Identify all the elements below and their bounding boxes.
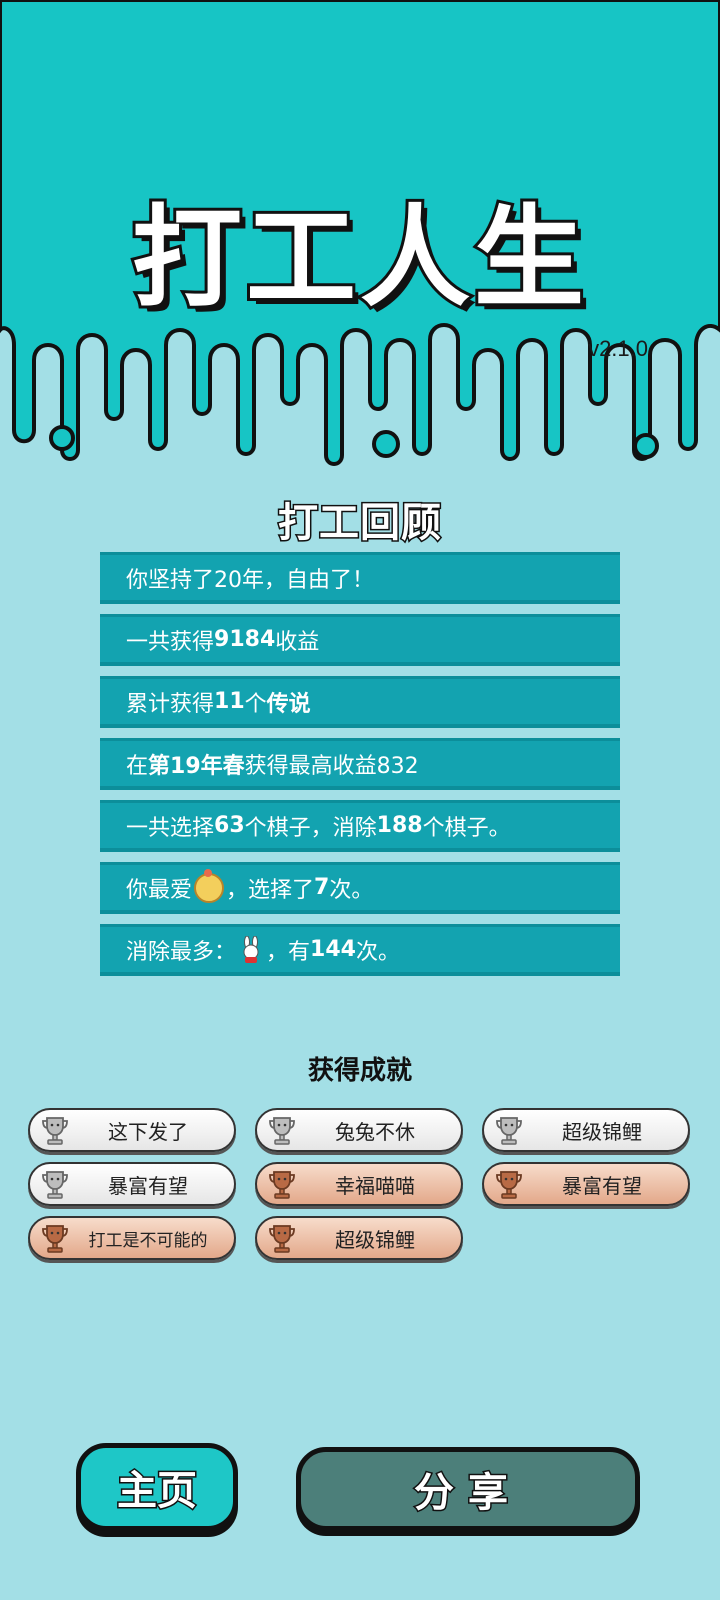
game-title: 打工人生 [129,191,588,325]
review-row: 消除最多： ，有 144 次。 [100,924,620,976]
review-row-text: 一共获得 [126,629,215,655]
review-title: 打工回顾 [277,499,443,548]
review-row-text: ，有 [266,939,311,965]
version-label: v2.1.0 [588,336,648,361]
home-button-label: 主页 [116,1467,199,1516]
trophy-icon [38,1167,72,1201]
review-row-text: 获得最高收益832 [244,753,419,779]
share-button-label: 分享 [413,1469,522,1518]
review-row-text: 你最爱 [126,877,193,903]
trophy-icon [38,1221,72,1255]
review-row: 在 第19年春 获得最高收益832 [100,738,620,790]
achievement-badge[interactable]: 幸福喵喵 [255,1162,463,1206]
achievement-badge[interactable]: 兔兔不休 [255,1108,463,1152]
rabbit-icon [240,935,262,964]
achievement-label: 兔兔不休 [335,1119,415,1144]
achievements-title: 获得成就 [307,1056,412,1086]
trophy-icon [265,1113,299,1147]
trophy-icon [38,1113,72,1147]
review-row-text: 7 [314,875,330,900]
review-row-text: 个棋子。 [422,815,511,841]
review-row-text: 在 [126,753,149,779]
achievement-badge[interactable]: 打工是不可能的 [28,1216,236,1260]
achievement-label: 暴富有望 [108,1173,188,1198]
achievement-badge[interactable]: 这下发了 [28,1108,236,1152]
review-row-text: 11 [214,689,245,714]
home-button[interactable]: 主页 [76,1443,238,1531]
trophy-icon [265,1167,299,1201]
review-row: 你坚持了20年，自由了！ [100,552,620,604]
review-row-text: 144 [310,937,356,962]
review-row-text: 传说 [266,691,311,717]
review-row-text: 9184 [214,627,276,652]
review-row-text: 你坚持了20年，自由了！ [126,567,374,593]
achievement-label: 这下发了 [108,1119,188,1144]
achievement-label: 幸福喵喵 [335,1173,415,1198]
review-row-text: 次。 [329,877,374,903]
achievements-grid: 这下发了 兔兔不休 超级锦鲤 暴富有望 幸福喵喵 暴富有望 打工是不可能的 超级锦鲤 [28,1108,700,1260]
review-list: 你坚持了20年，自由了！ 一共获得 9184 收益 累计获得 11 个传说在 第19年春 获… [100,552,620,986]
review-row: 一共获得 9184 收益 [100,614,620,666]
achievement-label: 超级锦鲤 [335,1227,415,1252]
achievement-badge[interactable]: 暴富有望 [482,1162,690,1206]
achievement-label: 打工是不可能的 [88,1230,208,1251]
review-row-text: 188 [376,813,423,838]
review-row-text: 次。 [355,939,400,965]
share-button[interactable]: 分享 [296,1447,640,1531]
review-row-text: 累计获得 [126,691,215,717]
review-row-text: 一共选择 [126,815,215,841]
achievement-badge[interactable]: 暴富有望 [28,1162,236,1206]
review-row-text: 收益 [275,629,320,655]
review-row-text: 消除最多： [126,939,237,965]
trophy-icon [492,1113,526,1147]
review-row: 累计获得 11 个传说 [100,676,620,728]
review-row-text: 个 [244,691,267,717]
review-row: 你最爱 ，选择了 7 次。 [100,862,620,914]
chick-icon [194,868,225,903]
review-row-text: 第19年春 [148,753,245,779]
trophy-icon [265,1221,299,1255]
review-row-text: 63 [214,813,245,838]
achievement-badge[interactable]: 超级锦鲤 [482,1108,690,1152]
review-row-text: ，选择了 [226,877,315,903]
achievement-label: 超级锦鲤 [562,1119,642,1144]
review-row: 一共选择 63 个棋子，消除 188 个棋子。 [100,800,620,852]
review-row-text: 个棋子，消除 [244,815,377,841]
achievement-badge[interactable]: 超级锦鲤 [255,1216,463,1260]
trophy-icon [492,1167,526,1201]
achievement-label: 暴富有望 [562,1173,642,1198]
